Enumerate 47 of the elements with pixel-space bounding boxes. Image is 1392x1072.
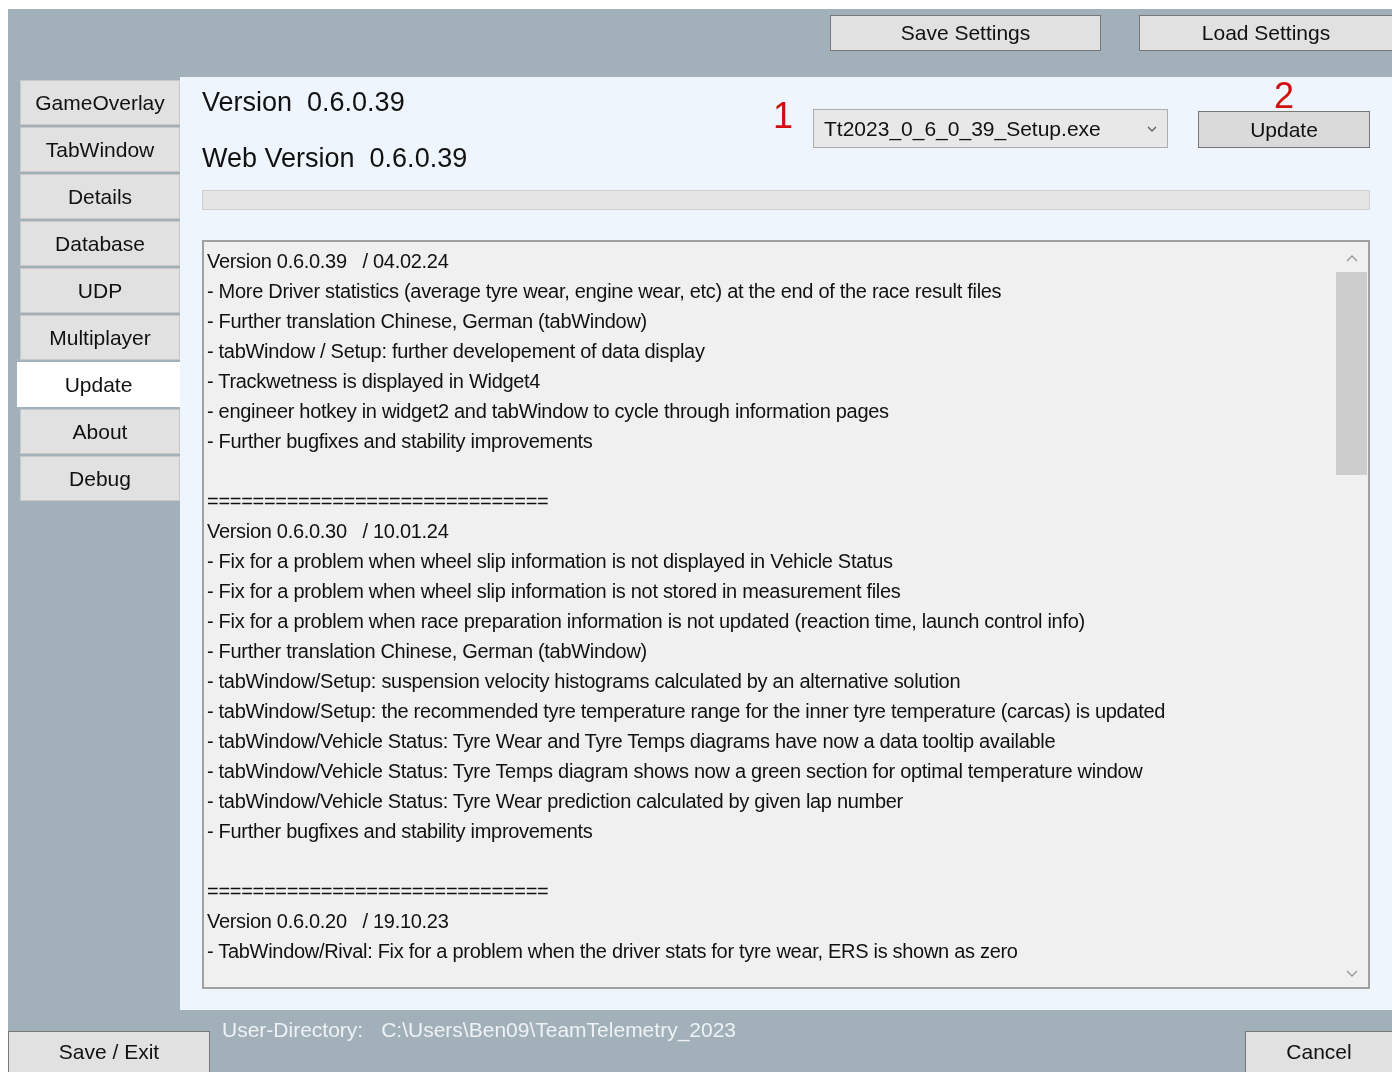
version-heading: Version 0.6.0.20 / 19.10.23 [207,909,450,934]
changelog-line: - Further translation Chinese, German (tabWindow) [207,639,648,664]
version-text: Version 0.6.0.39 [202,86,406,119]
directory-label: User-Directory: [222,1018,364,1042]
changelog-line: - TabWindow/Rival: Fix for a problem when the driver stats for tyre wear, ERS is shown as zero [207,939,1019,964]
step-marker: 1 [772,96,793,136]
changelog-line: - tabWindow/Vehicle Status: Tyre Wear and Tyre Temps diagrams have now a data tooltip available [207,729,1057,754]
scroll-down-icon [1345,970,1358,977]
sidebar-tab[interactable]: GameOverlay [20,80,180,125]
changelog-line: - tabWindow/Vehicle Status: Tyre Temps diagram shows now a green section for optimal temperature window [207,759,1144,784]
scroll-thumb[interactable] [1336,272,1367,475]
changelog-line: - Further translation Chinese, German (tabWindow) [207,309,648,334]
version-heading: Version 0.6.0.30 / 10.01.24 [207,519,450,544]
changelog-line: - More Driver statistics (average tyre wear, engine wear, etc) at the end of the race result files [207,279,1003,304]
changelog-line: - tabWindow/Vehicle Status: Tyre Wear prediction calculated by given lap number [207,789,904,814]
installer-dropdown[interactable]: Tt2023_0_6_0_39_Setup.exe [813,109,1168,148]
changelog-line: - Fix for a problem when wheel slip information is not stored in measurement files [207,579,902,604]
sidebar-tab[interactable]: Debug [20,456,180,501]
step-marker: 2 [1274,81,1294,111]
directory-path: C:\Users\Ben09\TeamTelemetry_2023 [381,1018,737,1042]
save-settings-button[interactable]: Save Settings [830,15,1101,51]
changelog-line: - Fix for a problem when wheel slip information is not displayed in Vehicle Status [207,549,894,574]
save-exit-button[interactable]: Save / Exit [8,1031,210,1072]
changelog-line: - tabWindow/Setup: suspension velocity histograms calculated by an alternative solution [207,669,962,694]
sidebar-tab[interactable]: Update [17,362,180,407]
scroll-up-icon [1345,255,1358,262]
version-heading: Version 0.6.0.39 / 04.02.24 [207,249,450,274]
sidebar-tab[interactable]: Multiplayer [20,315,180,360]
sidebar-tab[interactable]: UDP [20,268,180,313]
separator-text: ============================== [207,489,550,514]
sidebar-tab[interactable]: Database [20,221,180,266]
separator-text: ============================== [207,879,550,904]
caret-icon [1147,125,1157,132]
update-button[interactable]: Update [1198,111,1370,148]
changelog-line: - Further bugfixes and stability improvements [207,429,594,454]
changelog-line: - Further bugfixes and stability improvements [207,819,594,844]
sidebar-tab[interactable]: About [20,409,180,454]
changelog-line: - tabWindow/Setup: the recommended tyre temperature range for the inner tyre temperature (carcas) is updated [207,699,1167,724]
changelog-line: - engineer hotkey in widget2 and tabWindow to cycle through information pages [207,399,890,424]
sidebar-tab[interactable]: Details [20,174,180,219]
cancel-button[interactable]: Cancel [1245,1031,1392,1072]
sidebar-tab[interactable]: TabWindow [20,127,180,172]
changelog-line: - Trackwetness is displayed in Widget4 [207,369,542,394]
web-version-text: Web Version 0.6.0.39 [202,142,468,175]
load-settings-button[interactable]: Load Settings [1139,15,1392,51]
changelog-line: - Fix for a problem when race preparation information is not updated (reaction time, launch control info) [207,609,1086,634]
changelog-line: - tabWindow / Setup: further developement of data display [207,339,706,364]
